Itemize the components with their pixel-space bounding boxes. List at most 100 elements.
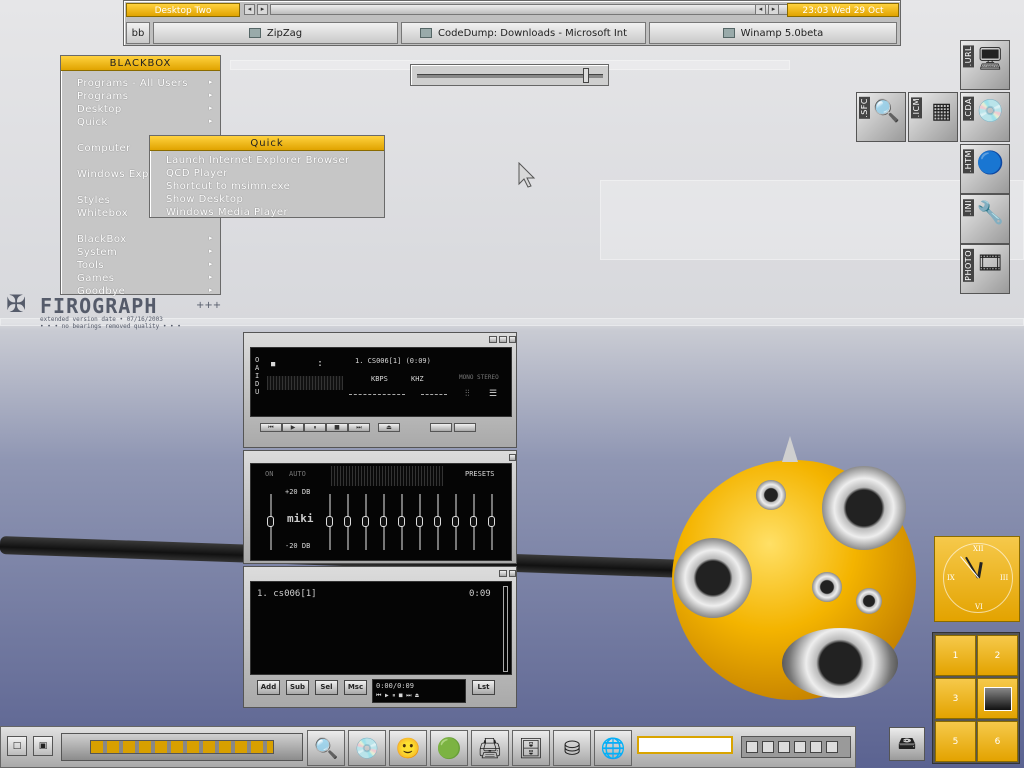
pager-workspace-4[interactable]	[977, 678, 1018, 719]
blackbox-menu-item[interactable]: Tools ▸	[77, 260, 217, 271]
eq-band-slider[interactable]	[326, 516, 333, 527]
winamp-next-button[interactable]: ⏭	[348, 423, 370, 432]
playlist-add-button[interactable]: Add	[257, 680, 280, 695]
winamp-repeat-button[interactable]	[454, 423, 476, 432]
playlist-mini-transport-icon[interactable]: ⏮ ▶ ⏸ ■ ⏭ ⏏	[376, 692, 419, 700]
prev-workspace-button[interactable]: ◂	[244, 4, 255, 15]
pager-workspace-5[interactable]: 5	[935, 721, 976, 762]
dock-green-orb-icon[interactable]: 🟢	[430, 730, 468, 766]
playlist-sel-button[interactable]: Sel	[315, 680, 338, 695]
tray-icon-6[interactable]	[826, 741, 838, 753]
eq-band-slider[interactable]	[362, 516, 369, 527]
volume-slider-thumb[interactable]	[582, 68, 589, 83]
tray-icon-5[interactable]	[810, 741, 822, 753]
bottom-quicklaunch-slots[interactable]	[90, 740, 274, 754]
blackbox-menu-item[interactable]: Quick ▸	[77, 117, 217, 128]
eq-preamp-slider[interactable]	[267, 516, 274, 527]
winamp-play-button[interactable]: ▶	[282, 423, 304, 432]
eq-close-button[interactable]	[509, 454, 516, 461]
pager-workspace-1[interactable]: 1	[935, 635, 976, 676]
playlist-scrollbar[interactable]	[503, 586, 508, 672]
playlist-list-button[interactable]: Lst	[472, 680, 495, 695]
workspace-label[interactable]: Desktop Two	[126, 3, 240, 17]
winamp-eject-button[interactable]: ⏏	[378, 423, 400, 432]
next-workspace-button[interactable]: ▸	[257, 4, 268, 15]
tray-icon-1[interactable]	[746, 741, 758, 753]
pager-workspace-6[interactable]: 6	[977, 721, 1018, 762]
quick-menu-item[interactable]: Launch Internet Explorer Browser	[166, 155, 350, 166]
eq-band-slider[interactable]	[398, 516, 405, 527]
playlist-misc-button[interactable]: Msc	[344, 680, 367, 695]
desktop-icon-photo[interactable]: PHOTO 🎞	[960, 244, 1010, 294]
winamp-playlist-toggle-icon[interactable]: ☰	[489, 389, 497, 399]
winamp-eq-toggle-icon[interactable]: ⫶⫶	[465, 389, 470, 399]
winamp-shuffle-button[interactable]	[430, 423, 452, 432]
eq-on-toggle[interactable]: ON	[265, 470, 273, 478]
bottom-run-input[interactable]	[637, 736, 733, 754]
blackbox-menu-item[interactable]: BlackBox ▸	[77, 234, 217, 245]
bottom-menu-button[interactable]: □	[7, 736, 27, 756]
quick-menu-item[interactable]: Shortcut to msimn.exe	[166, 181, 290, 192]
eq-band-slider[interactable]	[452, 516, 459, 527]
blackbox-menu-item[interactable]: Games ▸	[77, 273, 217, 284]
dock-globe-icon[interactable]: 🌐	[594, 730, 632, 766]
eq-band-slider[interactable]	[434, 516, 441, 527]
eq-band-slider[interactable]	[470, 516, 477, 527]
winamp-close-button[interactable]	[509, 336, 516, 343]
winamp-main-window[interactable]: OAIDU ■ : 1. CS006[1] (0:09) KBPS KHZ MO…	[243, 332, 517, 448]
desktop-icon-ini[interactable]: .INI 🔧	[960, 194, 1010, 244]
eq-band-slider[interactable]	[344, 516, 351, 527]
bottom-desktop-button[interactable]: ▣	[33, 736, 53, 756]
eq-band-slider[interactable]	[416, 516, 423, 527]
task-codedump[interactable]: CodeDump: Downloads - Microsoft Int	[401, 22, 646, 44]
prev-window-button[interactable]: ◂	[755, 4, 766, 15]
dock-tower-icon[interactable]: 🗄	[512, 730, 550, 766]
quick-menu-item[interactable]: QCD Player	[166, 168, 228, 179]
winamp-volume-slider[interactable]	[349, 394, 405, 395]
task-zipzag[interactable]: ZipZag	[153, 22, 398, 44]
winamp-balance-slider[interactable]	[421, 394, 447, 395]
desktop-icon-htm[interactable]: .HTM 🔵	[960, 144, 1010, 194]
eq-band-slider[interactable]	[488, 516, 495, 527]
playlist-close-button[interactable]	[509, 570, 516, 577]
dock-search-icon[interactable]: 🔍	[307, 730, 345, 766]
blackbox-menu-item[interactable]: Desktop ▸	[77, 104, 217, 115]
winamp-shade-button[interactable]	[499, 336, 507, 343]
playlist-shade-button[interactable]	[499, 570, 507, 577]
quick-menu-item[interactable]: Windows Media Player	[166, 207, 288, 218]
winamp-pause-button[interactable]: ⏸	[304, 423, 326, 432]
desktop-icon-icm[interactable]: .ICM ▦	[908, 92, 958, 142]
desktop-icon-url[interactable]: .URL 🖥	[960, 40, 1010, 90]
eq-auto-toggle[interactable]: AUTO	[289, 470, 306, 478]
dock-avatar-icon[interactable]: 🙂	[389, 730, 427, 766]
winamp-playlist-window[interactable]: 1. cs006[1] 0:09 Add Sub Sel Msc 0:00/0:…	[243, 566, 517, 708]
next-window-button[interactable]: ▸	[768, 4, 779, 15]
pager-workspace-3[interactable]: 3	[935, 678, 976, 719]
winamp-equalizer-window[interactable]: ON AUTO PRESETS +20 DB -20 DB miki	[243, 450, 517, 564]
task-winamp[interactable]: Winamp 5.0beta	[649, 22, 897, 44]
desktop-icon-cda[interactable]: .CDA 💿	[960, 92, 1010, 142]
tray-icon-2[interactable]	[762, 741, 774, 753]
desktop-icon-sfc[interactable]: .SFC 🔍	[856, 92, 906, 142]
winamp-minimize-button[interactable]	[489, 336, 497, 343]
quick-menu-item[interactable]: Show Desktop	[166, 194, 243, 205]
tray-icon-3[interactable]	[778, 741, 790, 753]
blackbox-menu-item[interactable]: System ▸	[77, 247, 217, 258]
tray-icon-4[interactable]	[794, 741, 806, 753]
eq-presets-button[interactable]: PRESETS	[465, 470, 495, 478]
playlist-sub-button[interactable]: Sub	[286, 680, 309, 695]
blackbox-menu-item[interactable]: Programs - All Users ▸	[77, 78, 217, 89]
toolbar-toggle-button[interactable]: bb	[126, 22, 150, 44]
eq-band-slider[interactable]	[380, 516, 387, 527]
blackbox-menu-item[interactable]: Programs ▸	[77, 91, 217, 102]
dock-cd-icon[interactable]: 💿	[348, 730, 386, 766]
volume-slider[interactable]	[410, 64, 609, 86]
winamp-prev-button[interactable]: ⏮	[260, 423, 282, 432]
blackbox-menu-item[interactable]: Goodbye ▸	[77, 286, 217, 297]
playlist-entry[interactable]: 1. cs006[1]	[257, 589, 317, 599]
pager-workspace-2[interactable]: 2	[977, 635, 1018, 676]
winamp-stop-button[interactable]: ■	[326, 423, 348, 432]
hard-drive-icon[interactable]: 🖴	[889, 727, 925, 761]
dock-scanner-icon[interactable]: 🖨	[471, 730, 509, 766]
dock-drive-icon[interactable]: ⛁	[553, 730, 591, 766]
